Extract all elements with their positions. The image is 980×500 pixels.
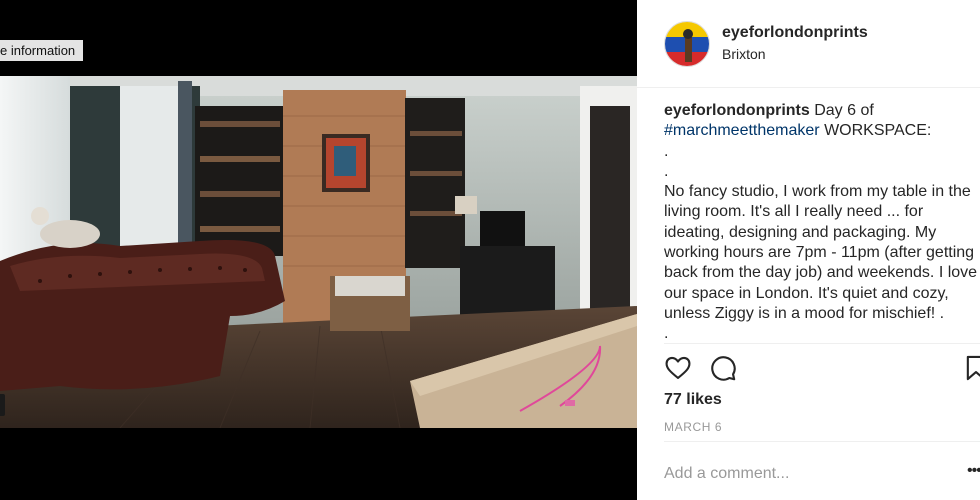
caption-line: living room. It's all I really need ... …: [664, 203, 924, 221]
post-username[interactable]: eyeforlondonprints: [722, 24, 868, 42]
comment-button[interactable]: [709, 354, 737, 382]
caption-line: .: [664, 162, 669, 180]
comment-bubble-icon: [711, 356, 736, 381]
bookmark-icon: [966, 355, 980, 381]
caption-line: .: [664, 142, 669, 160]
heart-icon: [665, 356, 691, 379]
caption-hashtag[interactable]: #marchmeetthemaker: [664, 122, 820, 139]
post-media[interactable]: e information: [0, 0, 637, 500]
comment-input[interactable]: [664, 462, 954, 486]
avatar[interactable]: [664, 21, 710, 67]
more-options-icon[interactable]: •••: [967, 462, 980, 480]
caption-line: .: [664, 325, 669, 343]
divider: [664, 343, 980, 344]
like-count[interactable]: 77 likes: [664, 391, 722, 409]
post-date[interactable]: MARCH 6: [664, 420, 722, 434]
post-photo: [0, 76, 637, 428]
caption-line: working hours are 7pm - 11pm (after gett…: [664, 244, 975, 262]
caption-line: back from the day job) and weekends. I l…: [664, 264, 978, 282]
post-location[interactable]: Brixton: [722, 46, 766, 62]
avatar-image: [665, 22, 709, 66]
save-button[interactable]: [962, 354, 980, 382]
caption-line: our space in London. It's quiet and cozy…: [664, 284, 949, 302]
caption-line: #marchmeetthemaker WORKSPACE:: [664, 121, 980, 141]
post-side-panel: eyeforlondonprints Brixton eyeforlondonp…: [637, 0, 980, 500]
like-button[interactable]: [664, 354, 692, 382]
media-information-label[interactable]: e information: [0, 40, 84, 61]
caption-line: unless Ziggy is in a mood for mischief! …: [664, 304, 945, 322]
caption-line: No fancy studio, I work from my table in…: [664, 183, 971, 201]
caption-text: WORKSPACE:: [819, 122, 932, 140]
caption-username[interactable]: eyeforlondonprints: [664, 102, 810, 119]
caption-line: eyeforlondonprints Day 6 of: [664, 101, 980, 121]
post-header: eyeforlondonprints Brixton: [637, 0, 980, 88]
divider: [664, 441, 980, 442]
media-side-marker: [0, 394, 5, 416]
post-caption: eyeforlondonprints Day 6 of #marchmeetth…: [664, 101, 980, 345]
caption-line: ideating, designing and packaging. My: [664, 223, 937, 241]
caption-text: Day 6 of: [809, 102, 874, 119]
